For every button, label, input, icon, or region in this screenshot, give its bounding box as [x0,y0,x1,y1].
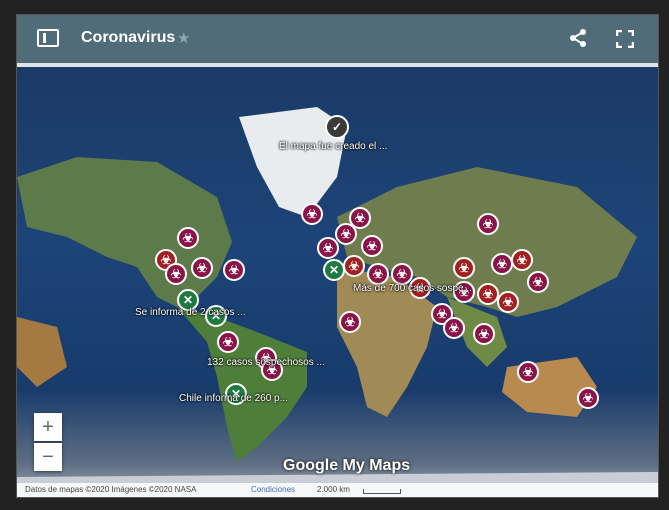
hazard-marker[interactable]: ☣ [223,259,245,281]
terms-link[interactable]: Condiciones [251,485,295,494]
map-footer: Datos de mapas ©2020 Imágenes ©2020 NASA… [17,483,658,497]
zoom-in-button[interactable]: + [34,413,62,441]
scale-bar [363,489,401,494]
scale-text: 2.000 km [317,485,350,494]
x-marker[interactable]: ✕ [323,259,345,281]
hazard-marker[interactable]: ☣ [443,317,465,339]
marker-label: Chile informa de 260 p... [179,393,288,404]
hazard-marker[interactable]: ☣ [511,249,533,271]
check-marker[interactable]: ✓ [325,115,349,139]
sidebar-toggle-icon[interactable] [37,29,59,47]
hazard-marker[interactable]: ☣ [335,223,357,245]
hazard-marker[interactable]: ☣ [517,361,539,383]
hazard-marker[interactable]: ☣ [191,257,213,279]
hazard-marker[interactable]: ☣ [473,323,495,345]
hazard-marker[interactable]: ☣ [497,291,519,313]
hazard-marker[interactable]: ☣ [491,253,513,275]
zoom-out-button[interactable]: − [34,443,62,471]
hazard-marker[interactable]: ☣ [361,235,383,257]
hazard-marker[interactable]: ☣ [317,237,339,259]
star-icon[interactable]: ★ [177,29,190,47]
attribution-text: Datos de mapas ©2020 Imágenes ©2020 NASA [25,485,197,494]
hazard-marker[interactable]: ☣ [367,263,389,285]
google-mymaps-logo: Google My Maps [283,457,411,474]
fullscreen-icon[interactable] [615,29,635,49]
hazard-marker[interactable]: ☣ [343,255,365,277]
hazard-marker[interactable]: ☣ [477,283,499,305]
marker-label: Se informa de 2 casos ... [135,307,246,318]
hazard-marker[interactable]: ☣ [177,227,199,249]
hazard-marker[interactable]: ☣ [301,203,323,225]
hazard-marker[interactable]: ☣ [217,331,239,353]
hazard-marker[interactable]: ☣ [527,271,549,293]
hazard-marker[interactable]: ☣ [577,387,599,409]
marker-label: 132 casos sospechosos ... [207,357,325,368]
share-icon[interactable] [568,28,588,48]
hazard-marker[interactable]: ☣ [165,263,187,285]
hazard-marker[interactable]: ☣ [477,213,499,235]
marker-label: Más de 700 casos sospe... [353,283,472,294]
world-map[interactable]: ✓ ☣ ☣ ☣ ☣ ☣ ✕ ✕ ☣ ☣ ☣ ✕ ☣ ☣ ☣ ☣ ☣ ✕ ☣ ☣ … [17,67,658,497]
header-bar: Coronavirus ★ [17,15,658,67]
hazard-marker[interactable]: ☣ [339,311,361,333]
hazard-marker[interactable]: ☣ [453,257,475,279]
map-title: Coronavirus [81,29,176,46]
map-window: Coronavirus ★ ✓ ☣ ☣ ☣ ☣ ☣ ✕ ✕ ☣ ☣ ☣ ✕ ☣ … [16,14,659,498]
marker-label: El mapa fue creado el ... [279,141,388,152]
